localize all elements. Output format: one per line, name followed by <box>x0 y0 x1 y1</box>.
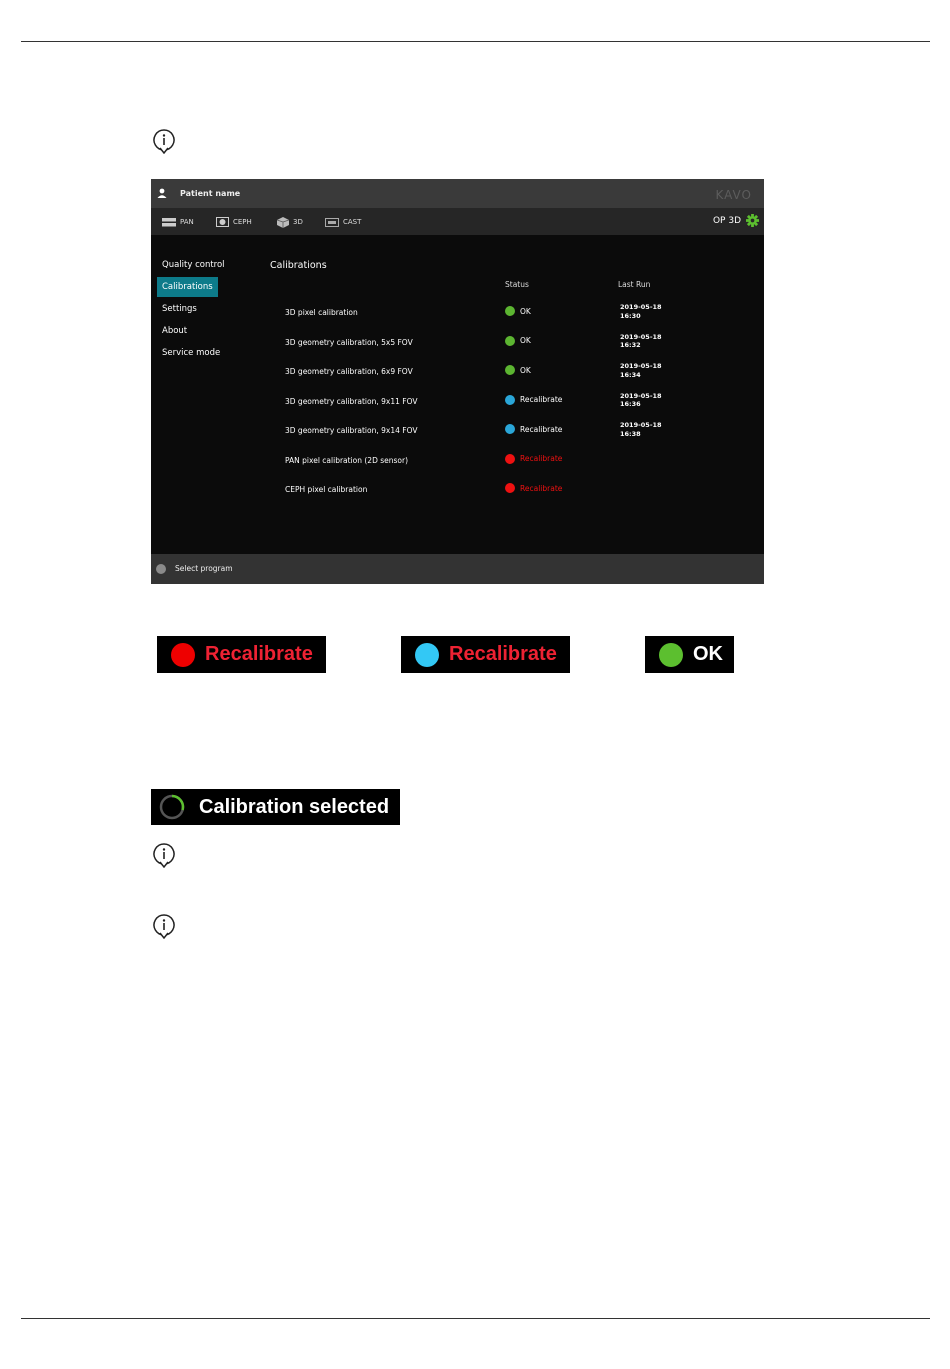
patient-name[interactable]: Patient name <box>180 189 240 198</box>
column-header-status: Status <box>505 280 529 289</box>
calibration-selected-badge: Calibration selected <box>151 789 400 825</box>
status-text: OK <box>520 365 531 375</box>
calibration-name[interactable]: 3D geometry calibration, 5x5 FOV <box>285 338 413 347</box>
sidebar-item-calibrations[interactable]: Calibrations <box>157 277 218 297</box>
pan-icon <box>162 217 176 226</box>
last-run-time: 16:34 <box>620 370 641 379</box>
gear-icon[interactable] <box>746 214 759 227</box>
calibration-name[interactable]: 3D geometry calibration, 9x14 FOV <box>285 426 417 435</box>
last-run-date: 2019-05-18 <box>620 362 662 370</box>
status-text: Recalibrate <box>520 424 563 434</box>
last-run-time: 16:38 <box>620 429 641 438</box>
calibration-status: Recalibrate <box>505 394 563 405</box>
sidebar-item-service-mode[interactable]: Service mode <box>157 343 225 363</box>
column-header-last-run: Last Run <box>618 280 651 289</box>
status-dot <box>505 424 515 434</box>
calibration-status: OK <box>505 306 531 316</box>
status-dot <box>659 642 683 667</box>
status-dot <box>505 394 515 405</box>
calibration-status: Recalibrate <box>505 483 562 493</box>
title-bar: Patient name KAVO <box>151 179 764 208</box>
status-text: Recalibrate <box>520 454 563 463</box>
progress-spinner-icon <box>159 794 185 820</box>
calibration-name[interactable]: 3D geometry calibration, 9x11 FOV <box>285 397 417 406</box>
program-label: CEPH <box>233 218 252 226</box>
legend-label: Recalibrate <box>449 643 557 665</box>
last-run-datetime: 2019-05-18 16:36 <box>620 392 680 409</box>
status-text: OK <box>520 336 531 345</box>
legend-ok: OK <box>645 636 734 673</box>
last-run-date: 2019-05-18 <box>620 391 662 400</box>
sidebar-item-settings[interactable]: Settings <box>157 299 202 319</box>
selected-label: Calibration selected <box>199 795 390 818</box>
calibration-name[interactable]: CEPH pixel calibration <box>285 485 367 494</box>
cube-icon <box>277 216 289 228</box>
status-dot <box>415 642 439 667</box>
program-label: CAST <box>343 218 362 226</box>
calibration-name[interactable]: PAN pixel calibration (2D sensor) <box>285 456 408 465</box>
last-run-date: 2019-05-18 <box>620 332 662 341</box>
status-dot <box>505 483 515 493</box>
program-toolbar: PAN CEPH 3D CAST OP 3D <box>151 208 764 235</box>
sidebar-item-quality-control[interactable]: Quality control <box>157 255 230 275</box>
status-dot <box>505 365 515 375</box>
ceph-icon <box>216 217 229 227</box>
program-ceph-button[interactable]: CEPH <box>216 217 252 227</box>
status-label: Select program <box>175 564 233 573</box>
program-label: PAN <box>180 218 194 226</box>
status-dot <box>171 642 195 667</box>
calibration-status: Recalibrate <box>505 424 562 434</box>
calibration-status: OK <box>505 365 531 375</box>
legend-recalibrate-red: Recalibrate <box>157 636 326 673</box>
last-run-date: 2019-05-18 <box>620 421 662 429</box>
section-title: Calibrations <box>270 260 327 271</box>
calibration-status: OK <box>505 335 531 346</box>
status-bar: Select program <box>151 554 764 584</box>
legend-label: Recalibrate <box>205 643 313 665</box>
brand-logo: KAVO <box>715 188 752 202</box>
program-pan-button[interactable]: PAN <box>162 217 194 227</box>
last-run-datetime: 2019-05-18 16:30 <box>620 303 680 320</box>
status-text: Recalibrate <box>520 483 563 493</box>
legend-recalibrate-blue: Recalibrate <box>401 636 570 673</box>
status-dot <box>505 453 515 464</box>
device-name: OP 3D <box>712 216 741 226</box>
status-indicator <box>156 564 166 574</box>
header-rule <box>21 41 930 42</box>
last-run-datetime: 2019-05-18 16:34 <box>620 362 680 379</box>
cast-icon <box>325 217 339 227</box>
calibration-name[interactable]: 3D pixel calibration <box>285 308 358 317</box>
sidebar-item-about[interactable]: About <box>157 321 192 341</box>
last-run-time: 16:32 <box>620 341 641 349</box>
info-icon <box>153 129 175 154</box>
status-text: Recalibrate <box>520 395 563 404</box>
info-icon <box>153 843 175 868</box>
status-dot <box>505 306 515 316</box>
user-icon[interactable] <box>157 188 167 198</box>
last-run-datetime: 2019-05-18 16:38 <box>620 421 680 438</box>
calibration-name[interactable]: 3D geometry calibration, 6x9 FOV <box>285 367 413 376</box>
legend-label: OK <box>693 643 723 665</box>
program-label: 3D <box>293 218 303 226</box>
footer-rule <box>21 1318 930 1319</box>
status-dot <box>505 335 515 346</box>
program-cast-button[interactable]: CAST <box>325 217 361 227</box>
status-text: OK <box>520 306 531 316</box>
last-run-datetime: 2019-05-18 16:32 <box>620 333 680 350</box>
info-icon <box>153 914 175 939</box>
calibrations-screen: Patient name KAVO PAN CEPH 3D CAST OP 3D <box>151 179 764 584</box>
last-run-date: 2019-05-18 <box>620 303 662 311</box>
program-3d-button[interactable]: 3D <box>277 216 303 228</box>
last-run-time: 16:30 <box>620 311 641 320</box>
calibration-status: Recalibrate <box>505 453 563 464</box>
last-run-time: 16:36 <box>620 400 641 408</box>
